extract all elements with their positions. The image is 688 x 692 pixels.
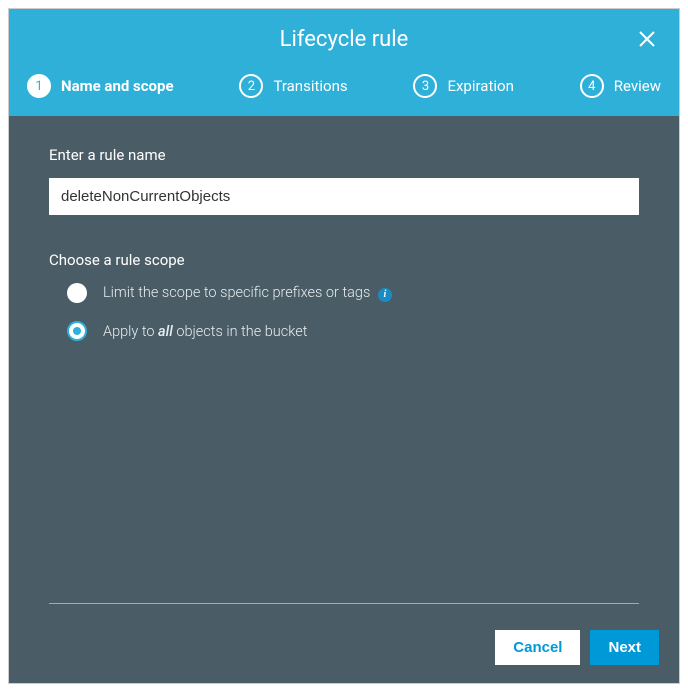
step-label: Name and scope [61,77,174,95]
step-label: Review [614,77,661,95]
step-expiration[interactable]: 3 Expiration [413,74,513,98]
modal-content: Enter a rule name Choose a rule scope Li… [9,116,679,614]
close-icon [637,29,657,49]
rule-name-label: Enter a rule name [49,146,639,164]
scope-option-limit[interactable]: Limit the scope to specific prefixes or … [67,283,639,303]
scope-option-all[interactable]: Apply to all objects in the bucket [67,321,639,341]
radio-label: Limit the scope to specific prefixes or … [103,284,392,302]
rule-name-input[interactable] [49,178,639,215]
scope-radio-group: Limit the scope to specific prefixes or … [49,283,639,341]
info-icon[interactable]: i [378,288,392,302]
step-number: 1 [27,74,51,98]
modal-header: Lifecycle rule 1 Name and scope 2 Transi… [9,9,679,116]
step-number: 2 [239,74,263,98]
step-label: Transitions [273,77,347,95]
wizard-steps: 1 Name and scope 2 Transitions 3 Expirat… [9,66,679,116]
next-button[interactable]: Next [590,630,659,665]
lifecycle-rule-modal: Lifecycle rule 1 Name and scope 2 Transi… [8,8,680,684]
radio-label-text-em: all [158,323,173,340]
step-number: 3 [413,74,437,98]
radio-label: Apply to all objects in the bucket [103,323,307,340]
step-number: 4 [580,74,604,98]
step-label: Expiration [447,77,513,95]
divider [49,603,639,604]
scope-label: Choose a rule scope [49,251,639,269]
scope-section: Choose a rule scope Limit the scope to s… [49,251,639,359]
step-review[interactable]: 4 Review [580,74,661,98]
radio-label-text-pre: Apply to [103,323,158,340]
modal-footer: Cancel Next [9,614,679,683]
step-transitions[interactable]: 2 Transitions [239,74,347,98]
close-button[interactable] [635,27,659,51]
radio-label-text: Limit the scope to specific prefixes or … [103,284,370,301]
step-name-and-scope[interactable]: 1 Name and scope [27,74,174,98]
radio-icon [67,321,87,341]
radio-label-text-post: objects in the bucket [173,323,308,340]
cancel-button[interactable]: Cancel [495,630,580,665]
modal-title: Lifecycle rule [9,9,679,66]
radio-icon [67,283,87,303]
